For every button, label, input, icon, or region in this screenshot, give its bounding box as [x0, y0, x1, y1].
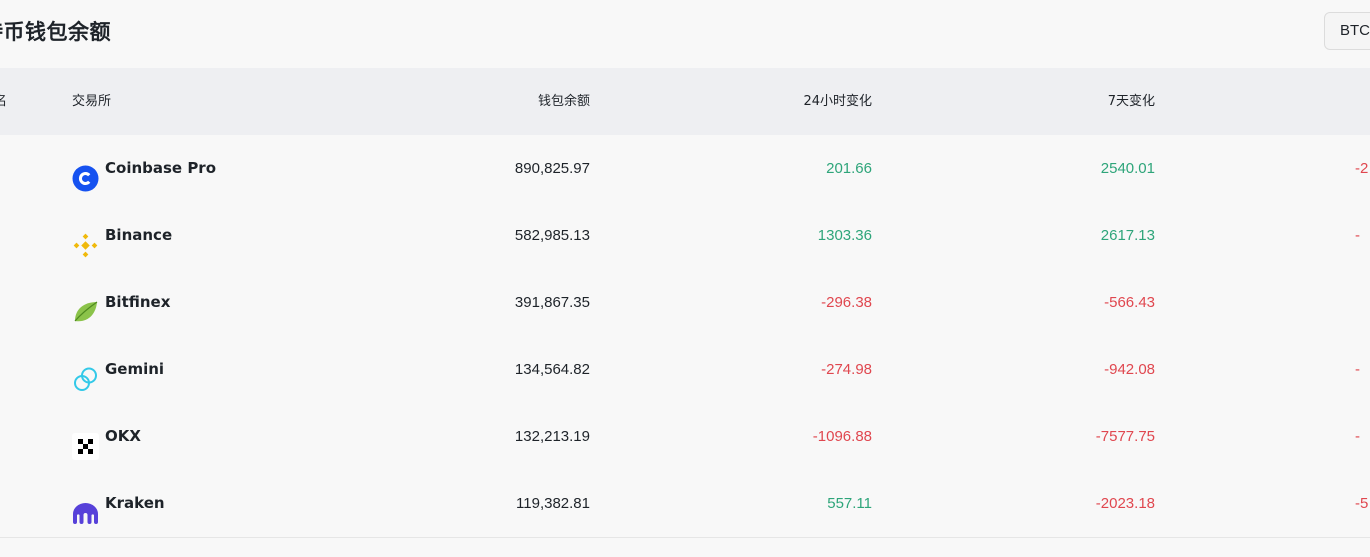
exchange-name: Coinbase Pro: [105, 159, 217, 177]
table-row[interactable]: Gemini 134,564.82 -274.98 -942.08 -: [0, 336, 1370, 404]
exchange-cell[interactable]: OKX: [72, 403, 141, 470]
change-7d-value: -7577.75: [1095, 428, 1155, 445]
table-row[interactable]: Coinbase Pro 890,825.97 201.66 2540.01 -…: [0, 135, 1370, 203]
change-7d-value: 2540.01: [1100, 160, 1155, 177]
change-24h-value: 557.11: [827, 495, 872, 512]
page-title: 持币钱包余额: [0, 20, 111, 44]
table-row[interactable]: Bitfinex 391,867.35 -296.38 -566.43: [0, 269, 1370, 337]
change-30d-value: -: [1355, 428, 1360, 445]
change-30d-value: -2: [1355, 160, 1369, 177]
change-7d-value: -566.43: [1104, 294, 1155, 311]
change-24h-value: -296.38: [821, 294, 872, 311]
header-rank[interactable]: 名: [0, 68, 7, 135]
change-30d-value: -: [1355, 361, 1360, 378]
table-row[interactable]: Binance 582,985.13 1303.36 2617.13 -: [0, 202, 1370, 270]
header-change-24h[interactable]: 24小时变化: [803, 68, 872, 135]
change-7d-value: -2023.18: [1095, 495, 1155, 512]
change-7d-value: 2617.13: [1100, 227, 1155, 244]
exchange-name: Kraken: [105, 494, 165, 512]
kraken-logo-icon: [72, 490, 99, 524]
balance-value: 119,382.81: [516, 495, 590, 512]
gemini-logo-icon: [72, 356, 99, 391]
exchange-cell[interactable]: Kraken: [72, 470, 165, 537]
exchange-name: Binance: [105, 226, 173, 244]
balance-value: 391,867.35: [514, 294, 590, 311]
balance-value: 890,825.97: [514, 160, 590, 177]
okx-logo-icon: [72, 423, 99, 460]
exchange-name: Bitfinex: [105, 293, 171, 311]
header-exchange[interactable]: 交易所: [72, 68, 111, 135]
binance-logo-icon: [72, 222, 99, 258]
change-30d-value: -5: [1355, 495, 1369, 512]
exchange-name: Gemini: [105, 360, 165, 378]
change-7d-value: -942.08: [1104, 361, 1155, 378]
exchange-name: OKX: [105, 427, 141, 445]
header-balance[interactable]: 钱包余额: [538, 68, 590, 135]
change-24h-value: 201.66: [826, 160, 872, 177]
change-24h-value: -1096.88: [812, 428, 872, 445]
change-30d-value: -: [1355, 227, 1360, 244]
exchange-cell[interactable]: Binance: [72, 202, 172, 269]
balance-value: 134,564.82: [514, 361, 590, 378]
exchange-cell[interactable]: Bitfinex: [72, 269, 170, 336]
coinbase-logo-icon: [72, 155, 99, 192]
table-header: 名 交易所 钱包余额 24小时变化 7天变化: [0, 68, 1370, 135]
table-row[interactable]: OKX 132,213.19 -1096.88 -7577.75 -: [0, 403, 1370, 471]
table-row[interactable]: Kraken 119,382.81 557.11 -2023.18 -5: [0, 470, 1370, 538]
exchange-cell[interactable]: Coinbase Pro: [72, 135, 216, 202]
currency-selector-button[interactable]: BTC: [1324, 12, 1370, 50]
change-24h-value: -274.98: [821, 361, 872, 378]
change-24h-value: 1303.36: [817, 227, 872, 244]
header-change-7d[interactable]: 7天变化: [1108, 68, 1155, 135]
exchange-cell[interactable]: Gemini: [72, 336, 164, 403]
bitfinex-logo-icon: [72, 289, 99, 322]
balance-value: 582,985.13: [514, 227, 590, 244]
balance-value: 132,213.19: [514, 428, 590, 445]
